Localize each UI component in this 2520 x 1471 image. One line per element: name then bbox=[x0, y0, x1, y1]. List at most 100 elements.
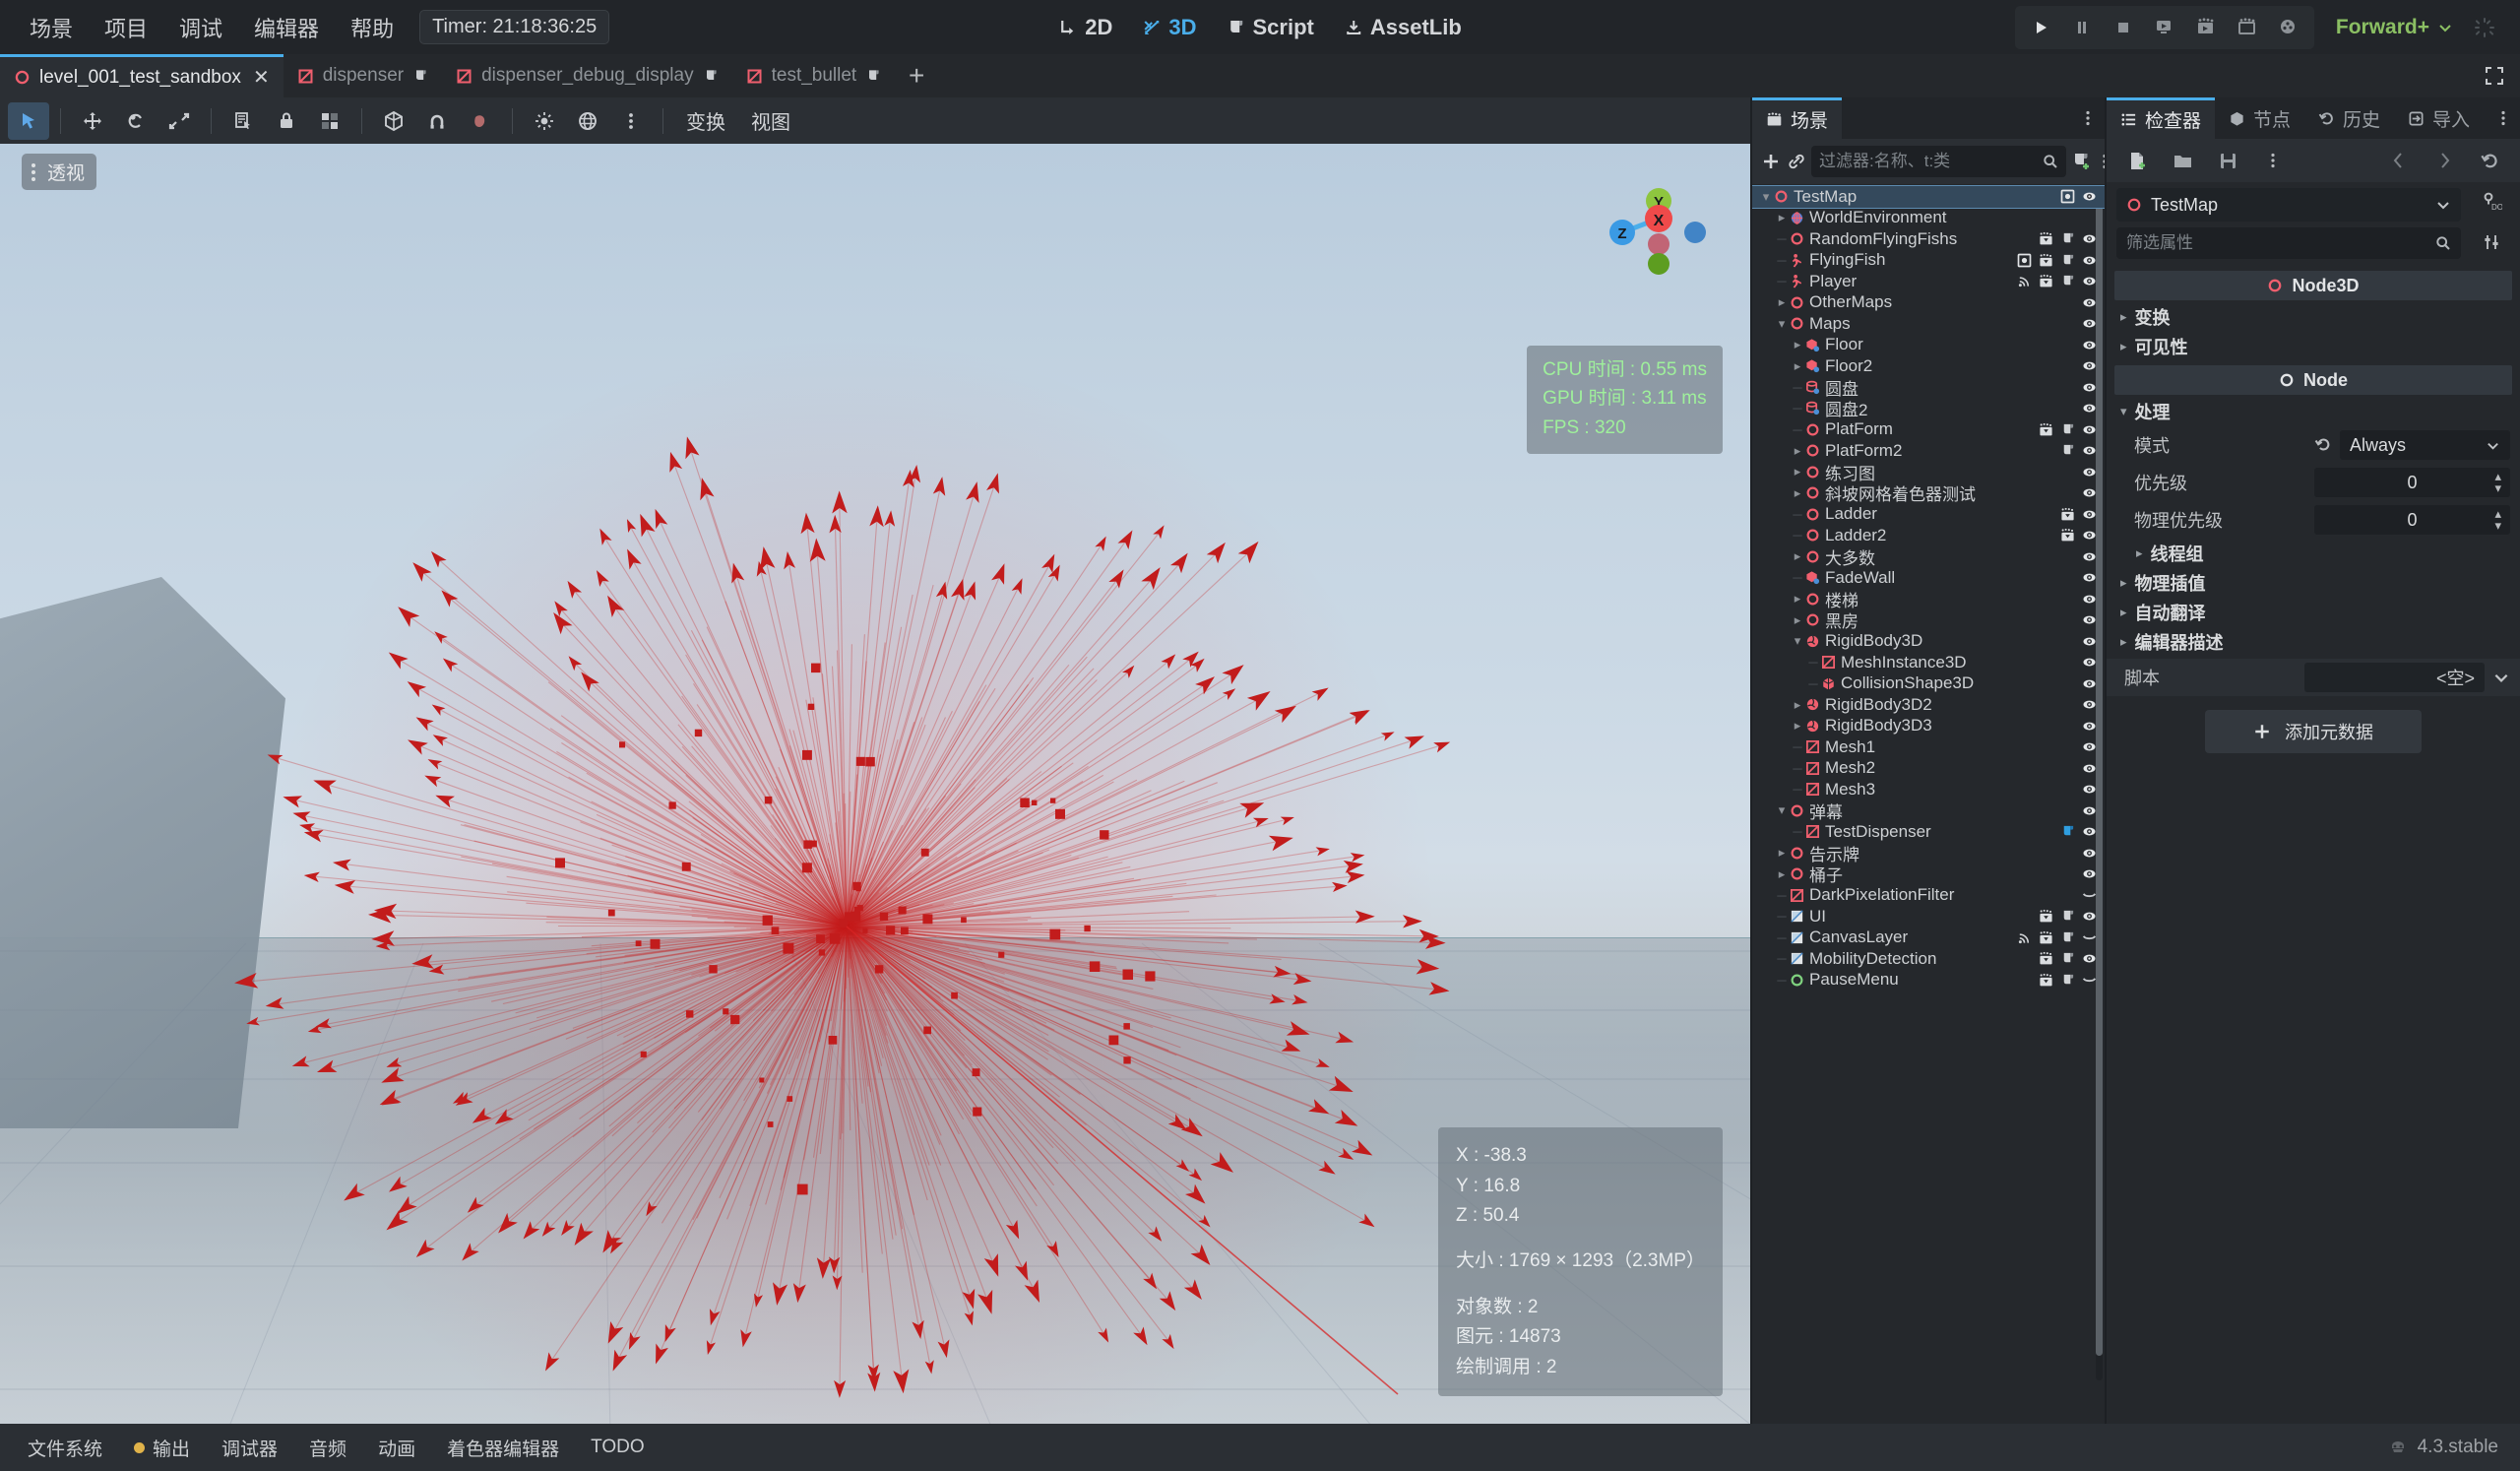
scene-tree-item-floor[interactable]: ▸ Floor bbox=[1752, 335, 2105, 356]
pause-button[interactable] bbox=[2062, 9, 2102, 46]
kebab-icon[interactable] bbox=[2071, 97, 2105, 139]
visibility-icon[interactable] bbox=[2082, 719, 2097, 734]
movie-reel-button[interactable] bbox=[2269, 9, 2308, 46]
distraction-free-mode-button[interactable] bbox=[2469, 54, 2520, 97]
chevron-right-icon[interactable]: ▸ bbox=[1790, 337, 1805, 352]
property-value-dropdown[interactable]: Always bbox=[2340, 430, 2510, 460]
menu-debug[interactable]: 调试 bbox=[163, 6, 238, 49]
close-icon[interactable]: ✕ bbox=[253, 65, 270, 90]
visibility-icon[interactable] bbox=[2082, 739, 2097, 754]
visibility-icon[interactable] bbox=[2082, 803, 2097, 818]
scene-tree-item-桶子[interactable]: ▸ 桶子 bbox=[1752, 863, 2105, 885]
scene-tree-item-楼梯[interactable]: ▸ 楼梯 bbox=[1752, 589, 2105, 610]
visibility-icon[interactable] bbox=[2082, 422, 2097, 437]
chevron-right-icon[interactable]: ▸ bbox=[1774, 866, 1790, 882]
add-metadata-button[interactable]: 添加元数据 bbox=[2205, 710, 2422, 753]
inspector-class-header[interactable]: Node3D bbox=[2114, 271, 2512, 300]
tab-script[interactable]: Script bbox=[1213, 8, 1326, 47]
animation-icon[interactable] bbox=[2060, 507, 2075, 522]
scene-tree-item-platform2[interactable]: ▸ PlatForm2 bbox=[1752, 440, 2105, 462]
rotate-tool-button[interactable] bbox=[115, 102, 157, 140]
bottom-tab-debugger[interactable]: 调试器 bbox=[208, 1428, 291, 1468]
chevron-right-icon[interactable]: ▸ bbox=[1790, 443, 1805, 459]
scene-tree-item-testmap[interactable]: ▾ TestMap bbox=[1752, 185, 2105, 209]
chevron-down-icon[interactable]: ▾ bbox=[1758, 189, 1774, 205]
add-node-button[interactable] bbox=[1760, 143, 1782, 180]
script-blue-icon[interactable] bbox=[2060, 824, 2075, 839]
visibility-icon[interactable] bbox=[2082, 465, 2097, 480]
scene-tree-item-flyingfish[interactable]: ─ FlyingFish bbox=[1752, 250, 2105, 272]
perspective-selector[interactable]: 透视 bbox=[22, 154, 97, 190]
unique-icon[interactable] bbox=[2017, 253, 2032, 268]
visibility-icon[interactable] bbox=[2082, 761, 2097, 776]
tab-2d[interactable]: 2D bbox=[1045, 8, 1125, 47]
history-back-button[interactable] bbox=[2378, 142, 2420, 179]
visibility-icon[interactable] bbox=[2082, 655, 2097, 670]
chevron-down-icon[interactable]: ▾ bbox=[1774, 316, 1790, 332]
scene-tree-item-player[interactable]: ─ Player bbox=[1752, 271, 2105, 292]
bottom-tab-output[interactable]: 输出 bbox=[120, 1428, 204, 1468]
scene-filter-input[interactable] bbox=[1819, 152, 2037, 171]
bottom-tab-filesystem[interactable]: 文件系统 bbox=[14, 1428, 116, 1468]
menu-help[interactable]: 帮助 bbox=[335, 6, 410, 49]
visibility-icon[interactable] bbox=[2082, 866, 2097, 881]
list-select-tool-button[interactable] bbox=[222, 102, 264, 140]
visibility-icon[interactable] bbox=[2082, 338, 2097, 352]
scene-tree-item-练习图[interactable]: ▸ 练习图 bbox=[1752, 462, 2105, 483]
scene-tree-item-圆盘2[interactable]: ─ 圆盘2 bbox=[1752, 398, 2105, 419]
animation-icon[interactable] bbox=[2039, 930, 2053, 945]
inspector-section-处理[interactable]: ▾ 处理 bbox=[2107, 397, 2520, 426]
hidden-icon[interactable] bbox=[2082, 888, 2097, 903]
scene-tree-item-黑房[interactable]: ▸ 黑房 bbox=[1752, 609, 2105, 631]
3d-viewport[interactable]: 透视 Y X Z CPU 时间: 0.55 ms GPU 时间: 3.11 … bbox=[0, 144, 1750, 1424]
new-resource-button[interactable] bbox=[2116, 142, 2158, 179]
visibility-icon[interactable] bbox=[2082, 274, 2097, 288]
visibility-icon[interactable] bbox=[2082, 846, 2097, 861]
visibility-icon[interactable] bbox=[2082, 380, 2097, 395]
chevron-right-icon[interactable]: ▸ bbox=[1790, 485, 1805, 501]
movie-scene-button[interactable] bbox=[2228, 9, 2267, 46]
script-icon[interactable] bbox=[2060, 422, 2075, 437]
stepper-icon[interactable]: ▴ ▾ bbox=[2494, 507, 2501, 532]
visibility-icon[interactable] bbox=[2082, 316, 2097, 331]
scene-tab-test-bullet[interactable]: test_bullet bbox=[732, 54, 896, 97]
visibility-icon[interactable] bbox=[2082, 951, 2097, 966]
scene-tree-item-rigidbody3d[interactable]: ▾ RigidBody3D bbox=[1752, 631, 2105, 653]
visibility-icon[interactable] bbox=[2082, 549, 2097, 564]
animation-icon[interactable] bbox=[2039, 951, 2053, 966]
script-icon[interactable] bbox=[2060, 951, 2075, 966]
scene-tree-item-mobilitydetection[interactable]: ─ MobilityDetection bbox=[1752, 948, 2105, 970]
scene-tab-dispenser[interactable]: dispenser bbox=[284, 54, 442, 97]
movie-play-button[interactable] bbox=[2186, 9, 2226, 46]
bottom-tab-audio[interactable]: 音频 bbox=[295, 1428, 360, 1468]
chevron-down-icon[interactable] bbox=[2492, 669, 2510, 686]
scene-tree-item-maps[interactable]: ▾ Maps bbox=[1752, 313, 2105, 335]
history-forward-button[interactable] bbox=[2424, 142, 2465, 179]
scene-tree-item-meshinstance3d[interactable]: ─ MeshInstance3D bbox=[1752, 652, 2105, 673]
camera-icon[interactable] bbox=[460, 102, 501, 140]
inspector-section-编辑器描述[interactable]: ▸ 编辑器描述 bbox=[2107, 627, 2520, 657]
script-icon[interactable] bbox=[865, 68, 881, 84]
scene-tree-item-platform[interactable]: ─ PlatForm bbox=[1752, 419, 2105, 441]
tab-scene[interactable]: 场景 bbox=[1752, 97, 1843, 139]
scene-tab-level-001-test-sandbox[interactable]: level_001_test_sandbox ✕ bbox=[0, 54, 284, 97]
script-icon[interactable] bbox=[2060, 973, 2075, 988]
visibility-icon[interactable] bbox=[2082, 507, 2097, 522]
visibility-icon[interactable] bbox=[2082, 189, 2097, 204]
scene-tree-item-大多数[interactable]: ▸ 大多数 bbox=[1752, 546, 2105, 568]
visibility-icon[interactable] bbox=[2082, 528, 2097, 543]
scene-tree-item-floor2[interactable]: ▸ Floor2 bbox=[1752, 355, 2105, 377]
animation-icon[interactable] bbox=[2039, 973, 2053, 988]
scene-tree-item-worldenvironment[interactable]: ▸ WorldEnvironment bbox=[1752, 208, 2105, 229]
script-icon[interactable] bbox=[2060, 231, 2075, 246]
scene-tree-item-darkpixelationfilter[interactable]: ─ DarkPixelationFilter bbox=[1752, 885, 2105, 907]
script-icon[interactable] bbox=[412, 68, 428, 84]
chevron-right-icon[interactable]: ▸ bbox=[1790, 464, 1805, 480]
scene-tab-dispenser-debug-display[interactable]: dispenser_debug_display bbox=[442, 54, 732, 97]
scene-filter-box[interactable] bbox=[1811, 146, 2066, 177]
animation-icon[interactable] bbox=[2039, 909, 2053, 924]
scene-tree-item-告示牌[interactable]: ▸ 告示牌 bbox=[1752, 843, 2105, 864]
chevron-right-icon[interactable]: ▸ bbox=[1790, 612, 1805, 628]
visibility-icon[interactable] bbox=[2082, 824, 2097, 839]
bottom-tab-animation[interactable]: 动画 bbox=[364, 1428, 429, 1468]
